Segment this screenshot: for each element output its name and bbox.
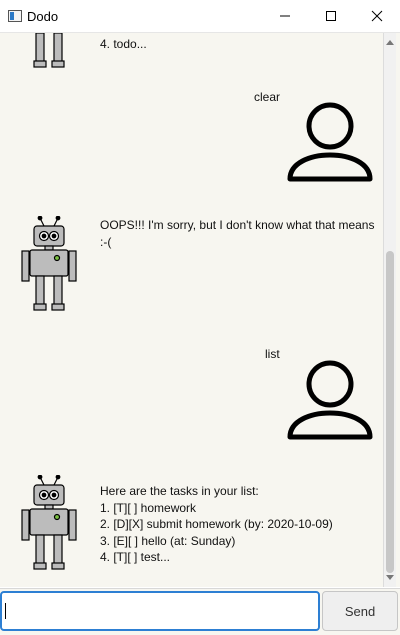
- maximize-icon: [326, 11, 336, 21]
- bot-message: 4. todo...: [100, 37, 147, 51]
- window-title: Dodo: [27, 9, 59, 24]
- user-message: clear: [254, 90, 281, 104]
- chevron-up-icon: [386, 40, 394, 45]
- app-icon: [8, 10, 22, 22]
- send-button[interactable]: Send: [322, 591, 398, 631]
- input-bar: Send: [0, 588, 400, 635]
- chat-scroll-pane[interactable]: 4. todo... clear OOPS!!! I'm sorry, but …: [0, 33, 400, 587]
- close-button[interactable]: [354, 0, 400, 32]
- scroll-down-arrow[interactable]: [385, 573, 395, 583]
- maximize-button[interactable]: [308, 0, 354, 32]
- scroll-up-arrow[interactable]: [385, 37, 395, 47]
- user-message: list: [265, 347, 280, 361]
- scrollbar-thumb[interactable]: [386, 251, 394, 573]
- minimize-icon: [280, 15, 290, 17]
- bot-message: Here are the tasks in your list: 1. [T][…: [100, 484, 333, 564]
- robot-avatar-icon: [21, 475, 77, 570]
- message-input[interactable]: [0, 591, 320, 631]
- text-caret: [5, 603, 6, 619]
- robot-avatar-icon: [21, 216, 77, 311]
- bot-message: OOPS!!! I'm sorry, but I don't know what…: [100, 218, 375, 249]
- chat-scrollbar[interactable]: [383, 33, 396, 587]
- minimize-button[interactable]: [262, 0, 308, 32]
- robot-avatar-icon: [33, 33, 65, 68]
- chevron-down-icon: [386, 575, 394, 580]
- user-avatar-icon: [287, 102, 373, 182]
- title-bar: Dodo: [0, 0, 400, 33]
- close-icon: [371, 10, 383, 22]
- user-avatar-icon: [287, 360, 373, 440]
